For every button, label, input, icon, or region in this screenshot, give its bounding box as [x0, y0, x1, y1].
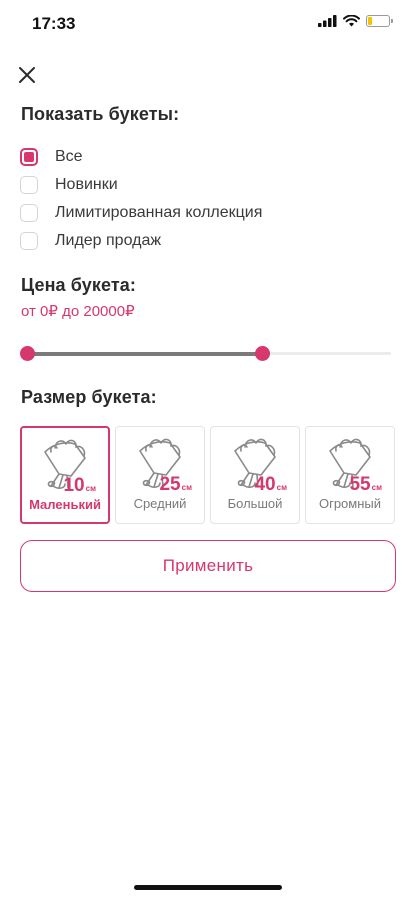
filter-option-new[interactable]: Новинки	[20, 173, 118, 197]
size-card-large[interactable]: 40см Большой	[210, 426, 300, 524]
size-value: 40см	[254, 474, 287, 495]
price-range-text: от 0₽ до 20000₽	[21, 303, 135, 320]
filter-label-new: Новинки	[55, 176, 118, 193]
filter-option-limited[interactable]: Лимитированная коллекция	[20, 201, 262, 225]
apply-button[interactable]: Применить	[20, 540, 396, 592]
status-icons	[318, 15, 393, 27]
size-label: Средний	[133, 496, 187, 511]
price-slider-max-thumb[interactable]	[254, 346, 270, 361]
filter-radio-all[interactable]	[20, 148, 38, 166]
filter-radio-new[interactable]	[20, 176, 38, 194]
status-time: 17:33	[32, 14, 76, 33]
size-label: Огромный	[318, 496, 382, 511]
filter-option-all[interactable]: Все	[20, 145, 83, 169]
size-value: 25см	[159, 474, 192, 495]
price-slider-fill	[27, 351, 263, 356]
filter-label-limited: Лимитированная коллекция	[55, 204, 263, 221]
size-value: 55см	[349, 474, 382, 495]
wifi-icon	[343, 15, 360, 27]
size-card-huge[interactable]: 55см Огромный	[305, 426, 395, 524]
cellular-signal-icon	[318, 15, 337, 27]
filter-label-bestseller: Лидер продаж	[55, 232, 162, 249]
size-title: Размер букета:	[21, 387, 157, 407]
size-label: Маленький	[29, 497, 101, 512]
price-slider-min-thumb[interactable]	[19, 346, 35, 361]
battery-level	[368, 17, 372, 25]
filter-radio-bestseller[interactable]	[20, 232, 38, 250]
filter-option-bestseller[interactable]: Лидер продаж	[20, 229, 161, 253]
size-card-medium[interactable]: 25см Средний	[115, 426, 205, 524]
status-bar: 17:33	[0, 0, 416, 48]
close-icon	[19, 67, 35, 83]
size-value: 10см	[63, 475, 96, 496]
size-label: Большой	[227, 496, 283, 511]
filter-radio-limited[interactable]	[20, 204, 38, 222]
close-button[interactable]	[12, 60, 42, 90]
price-slider[interactable]	[19, 343, 391, 363]
size-cards: 10см Маленький 25см Средний 40см Большой…	[20, 426, 395, 524]
price-title: Цена букета:	[21, 275, 136, 295]
battery-icon	[366, 15, 393, 27]
size-card-small[interactable]: 10см Маленький	[20, 426, 110, 524]
home-indicator	[134, 885, 282, 890]
filter-label-all: Все	[55, 148, 83, 165]
show-bouquets-title: Показать букеты:	[21, 104, 180, 124]
